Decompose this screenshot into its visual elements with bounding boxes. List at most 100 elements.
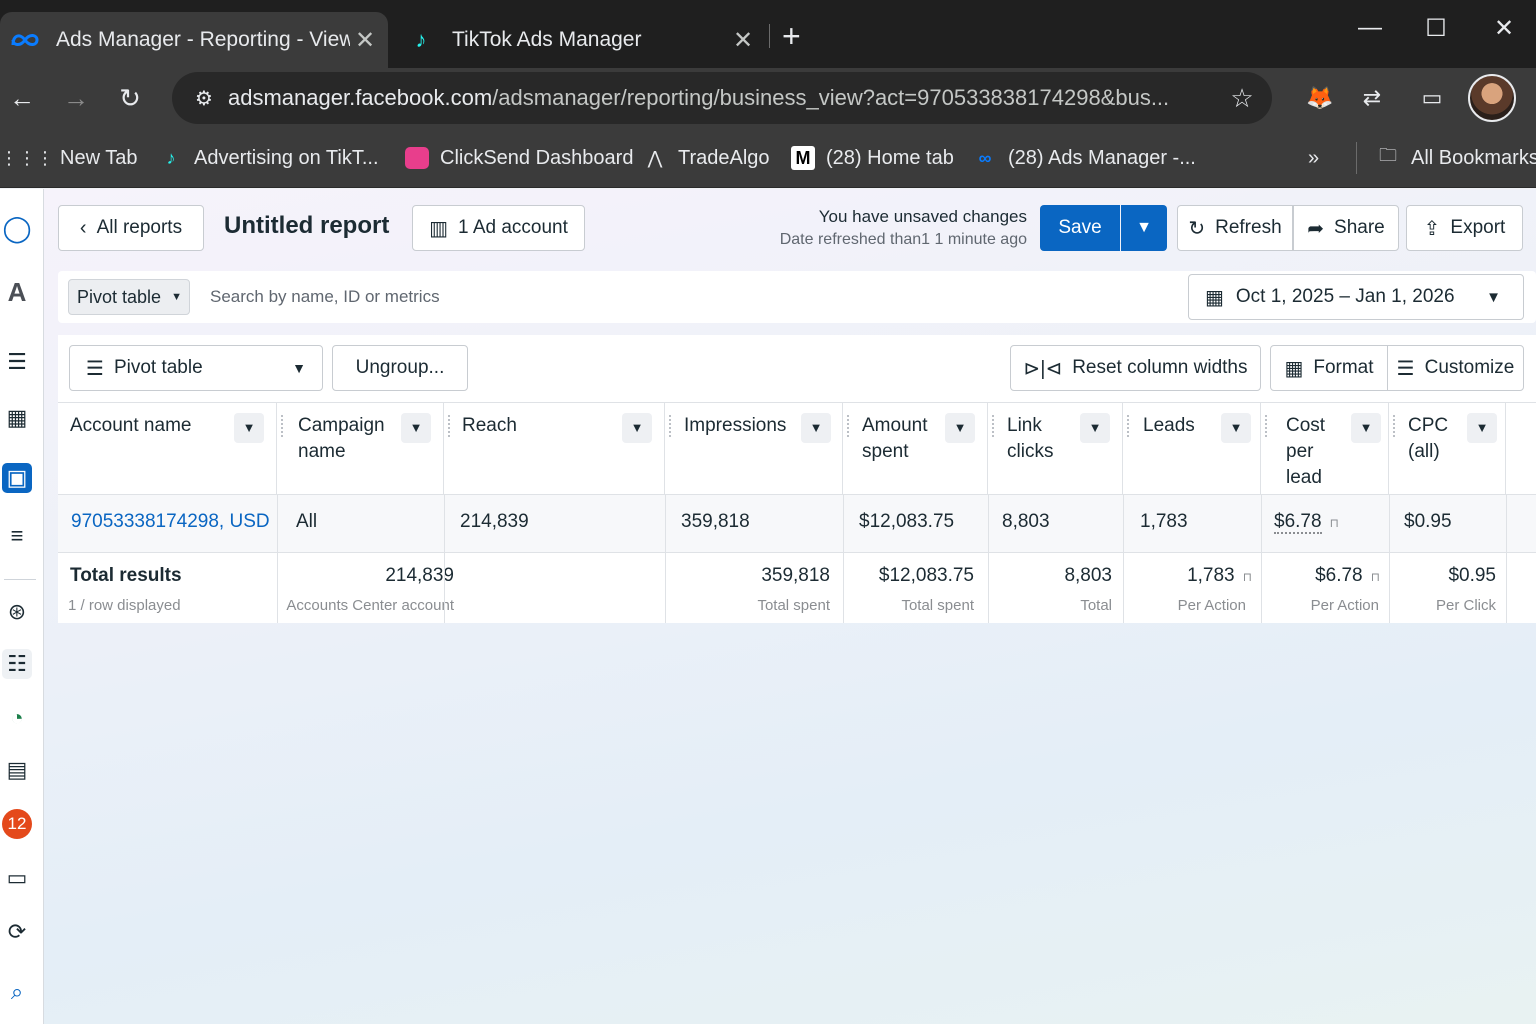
- column-drag-handle[interactable]: [1393, 415, 1395, 437]
- info-icon: ⊓: [1242, 570, 1252, 584]
- reports-icon[interactable]: ▣: [2, 463, 32, 493]
- reset-widths-label: Reset column widths: [1072, 357, 1248, 378]
- column-header-link-clicks[interactable]: Link clicks ▼: [988, 403, 1123, 494]
- pivot-table-dropdown[interactable]: ☰ Pivot table ▼: [69, 345, 323, 391]
- sync-icon[interactable]: ⟳: [2, 917, 32, 947]
- url-text[interactable]: adsmanager.facebook.com/adsmanager/repor…: [228, 85, 1220, 111]
- column-header-campaign-name[interactable]: Campaign name ▼: [277, 403, 444, 494]
- address-bar[interactable]: ⚙ adsmanager.facebook.com/adsmanager/rep…: [172, 72, 1272, 124]
- column-header-amount-spent[interactable]: Amount spent ▼: [843, 403, 988, 494]
- column-menu-chevron-icon[interactable]: ▼: [401, 413, 431, 443]
- bookmark-tiktok[interactable]: ♪ Advertising on TikT...: [158, 142, 379, 174]
- account-avatar-icon[interactable]: A: [2, 277, 32, 307]
- bookmark-home-tab[interactable]: M (28) Home tab: [790, 142, 954, 174]
- calendar-icon: ▦: [1205, 286, 1224, 309]
- view-type-select[interactable]: Pivot table ▼: [68, 279, 190, 315]
- tab-title: TikTok Ads Manager: [452, 28, 642, 51]
- reset-column-widths-button[interactable]: ⊳|⊲ Reset column widths: [1010, 345, 1261, 391]
- calendar-grid-icon[interactable]: ▦: [2, 403, 32, 433]
- share-button[interactable]: ➦ Share: [1293, 205, 1399, 251]
- impressions-cell: 359,818: [681, 511, 750, 532]
- notifications-badge[interactable]: 12: [2, 809, 32, 839]
- close-icon[interactable]: ✕: [350, 26, 380, 55]
- ungroup-button[interactable]: Ungroup...: [332, 345, 468, 391]
- list-bullets-icon[interactable]: ☷: [2, 649, 32, 679]
- document-list-icon[interactable]: ☰: [2, 347, 32, 377]
- meta-logo-icon[interactable]: ◯: [2, 213, 32, 243]
- column-drag-handle[interactable]: [1127, 415, 1129, 437]
- meta-icon: [8, 23, 42, 57]
- total-cost-per-lead-sub: Per Action: [1310, 597, 1379, 614]
- column-header-cpc-all[interactable]: CPC (all) ▼: [1389, 403, 1506, 494]
- column-drag-handle[interactable]: [1265, 415, 1267, 437]
- save-button[interactable]: Save: [1040, 205, 1120, 251]
- forward-arrow-icon[interactable]: →: [58, 80, 94, 116]
- customize-lines-icon: ☰: [1396, 357, 1415, 380]
- search-icon[interactable]: ⌕: [2, 977, 32, 1007]
- column-header-leads[interactable]: Leads ▼: [1123, 403, 1261, 494]
- customize-button[interactable]: ☰ Customize: [1387, 345, 1524, 391]
- reload-icon[interactable]: ↻: [112, 80, 148, 116]
- profile-avatar[interactable]: [1468, 74, 1516, 122]
- bookmark-star-icon[interactable]: ☆: [1220, 83, 1264, 114]
- column-drag-handle[interactable]: [992, 415, 994, 437]
- column-header-impressions[interactable]: Impressions ▼: [665, 403, 843, 494]
- column-drag-handle[interactable]: [847, 415, 849, 437]
- new-tab-button[interactable]: +: [782, 18, 801, 55]
- info-icon: ⊓: [1370, 570, 1380, 584]
- all-reports-button[interactable]: ‹ All reports: [58, 205, 204, 251]
- panel-icon[interactable]: ▭: [2, 863, 32, 893]
- column-header-account-name[interactable]: Account name ▼: [58, 403, 277, 494]
- site-info-icon[interactable]: ⚙: [184, 86, 224, 111]
- column-drag-handle[interactable]: [281, 415, 283, 437]
- cost-per-lead-value[interactable]: $6.78: [1274, 511, 1322, 534]
- maximize-icon[interactable]: ☐: [1416, 14, 1456, 43]
- column-menu-chevron-icon[interactable]: ▼: [234, 413, 264, 443]
- ad-account-selector[interactable]: ▥ 1 Ad account: [412, 205, 585, 251]
- folder-icon: 🗀: [1379, 145, 1397, 165]
- format-button[interactable]: ▦ Format: [1270, 345, 1388, 391]
- column-menu-chevron-icon[interactable]: ▼: [622, 413, 652, 443]
- column-menu-chevron-icon[interactable]: ▼: [1351, 413, 1381, 443]
- unsaved-status: You have unsaved changes Date refreshed …: [780, 207, 1027, 249]
- back-arrow-icon[interactable]: ←: [4, 80, 40, 116]
- bookmark-tradealgo[interactable]: ⋀ TradeAlgo: [642, 142, 770, 174]
- minimize-icon[interactable]: —: [1350, 14, 1390, 42]
- search-input[interactable]: [198, 277, 1188, 317]
- close-icon[interactable]: ✕: [728, 26, 758, 55]
- column-menu-chevron-icon[interactable]: ▼: [1467, 413, 1497, 443]
- refresh-button[interactable]: ↻ Refresh: [1177, 205, 1293, 251]
- save-options-chevron-icon[interactable]: ▼: [1121, 205, 1167, 251]
- column-menu-chevron-icon[interactable]: ▼: [801, 413, 831, 443]
- column-menu-chevron-icon[interactable]: ▼: [945, 413, 975, 443]
- total-leads-value: 1,783: [1187, 565, 1235, 586]
- export-button[interactable]: ⇪ Export: [1406, 205, 1523, 251]
- compass-icon[interactable]: ⊛: [2, 597, 32, 627]
- menu-lines-icon[interactable]: ≡: [2, 521, 32, 551]
- account-name-link[interactable]: 97053338174298, USD: [71, 511, 270, 533]
- metamask-fox-icon[interactable]: 🦊: [1302, 80, 1338, 116]
- notes-icon[interactable]: ▤: [2, 755, 32, 785]
- column-drag-handle[interactable]: [448, 415, 450, 437]
- all-bookmarks-button[interactable]: 🗀 All Bookmarks: [1356, 142, 1536, 174]
- bookmark-new-tab[interactable]: ⋮⋮⋮ New Tab: [0, 142, 137, 174]
- refreshed-text: Date refreshed than1 1 minute ago: [779, 231, 1027, 248]
- more-bookmarks-chevron-icon[interactable]: »: [1308, 142, 1319, 174]
- bookmark-clicksend[interactable]: ClickSend Dashboard: [404, 142, 633, 174]
- date-range-picker[interactable]: ▦ Oct 1, 2025 – Jan 1, 2026 ▼: [1188, 274, 1524, 320]
- tiktok-icon: ♪: [415, 27, 427, 52]
- cast-screen-icon[interactable]: ▭: [1414, 80, 1450, 116]
- bookmark-ads-manager[interactable]: ∞ (28) Ads Manager -...: [972, 142, 1196, 174]
- report-title[interactable]: Untitled report: [224, 212, 389, 240]
- column-drag-handle[interactable]: [669, 415, 671, 437]
- table-row[interactable]: 97053338174298, USD All 214,839 359,818 …: [58, 495, 1536, 552]
- column-header-cost-per-lead[interactable]: Cost per lead ▼: [1261, 403, 1389, 494]
- column-menu-chevron-icon[interactable]: ▼: [1080, 413, 1110, 443]
- help-circle-icon[interactable]: ◔: [2, 703, 32, 733]
- window-close-icon[interactable]: ✕: [1484, 14, 1524, 43]
- column-header-reach[interactable]: Reach ▼: [444, 403, 665, 494]
- tab-ads-manager[interactable]: Ads Manager - Reporting - View ✕: [0, 12, 388, 68]
- tab-tiktok-ads[interactable]: ♪ TikTok Ads Manager ✕: [396, 12, 766, 68]
- extensions-puzzle-icon[interactable]: ⇄: [1354, 80, 1390, 116]
- column-menu-chevron-icon[interactable]: ▼: [1221, 413, 1251, 443]
